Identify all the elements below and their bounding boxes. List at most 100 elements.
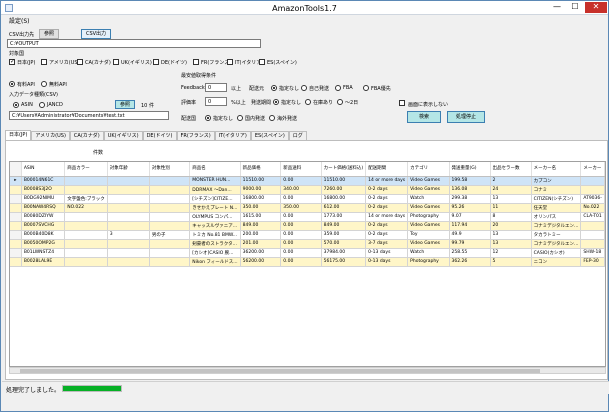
- table-row[interactable]: B0DG92NIMU 文字盤色:ブラック [シチズン]CITIZE... 16800.…: [10, 194, 605, 204]
- csv-path-field[interactable]: C:¥OUTPUT: [7, 39, 261, 48]
- country-checkbox[interactable]: [41, 59, 47, 65]
- row-header[interactable]: [10, 203, 22, 213]
- table-cell: [107, 257, 150, 267]
- table-row[interactable]: B0050OMP2G 剣豪者のストラクタ... 201.00 0.00 570.00 3-…: [10, 239, 605, 249]
- table-row[interactable]: B000B40D8K 3 男の子 トミカ No.81 BMW... 200.00 0.00…: [10, 230, 605, 240]
- tab-0[interactable]: 日本(JP): [5, 130, 32, 140]
- country-checkbox[interactable]: [77, 59, 83, 65]
- horizontal-scrollbar[interactable]: [9, 367, 606, 374]
- csv-output-button[interactable]: CSV出力: [81, 29, 111, 39]
- tab-2[interactable]: CA(カナダ): [69, 131, 104, 140]
- column-header[interactable]: 商品名: [189, 162, 241, 177]
- empty-cell: [581, 329, 605, 338]
- table-row[interactable]: B0028LAL9E Nikon フィールドス... 56200.00 0.00 561…: [10, 257, 605, 267]
- tab-7[interactable]: ES(スペイン): [250, 131, 289, 140]
- table-row[interactable]: ▸ B00014N61C MONSTER HUN... 11510.00 0.00 115…: [10, 176, 605, 186]
- tab-4[interactable]: DE(ドイツ): [142, 131, 177, 140]
- menu-settings[interactable]: 設定(S): [9, 16, 30, 25]
- empty-cell: [65, 275, 108, 284]
- column-header[interactable]: 新品送料: [280, 162, 322, 177]
- period-radio[interactable]: [305, 99, 311, 105]
- jancd-radio[interactable]: [39, 102, 45, 108]
- maximize-button[interactable]: ☐: [567, 2, 583, 13]
- free-api-radio[interactable]: [41, 81, 47, 87]
- table-cell: 20: [490, 221, 532, 231]
- column-header[interactable]: 配送期間: [365, 162, 409, 177]
- empty-cell: [149, 320, 189, 329]
- table-row[interactable]: B0007SVCHG キャッスルヴァニア... 849.00 0.00 849.00 0-…: [10, 221, 605, 231]
- table-cell: 3-7 days: [365, 239, 409, 249]
- table-row[interactable]: B0080DZIYW OLYMPUS コンパ... 1615.00 0.00 1773.…: [10, 212, 605, 222]
- column-header[interactable]: 対象年齢: [107, 162, 150, 177]
- country-checkbox[interactable]: [259, 59, 265, 65]
- country-checkbox[interactable]: ✓: [9, 59, 15, 65]
- empty-cell: [408, 338, 449, 347]
- close-button[interactable]: ✕: [585, 2, 607, 13]
- row-header[interactable]: [10, 212, 22, 222]
- column-header[interactable]: 発送重量(G): [449, 162, 491, 177]
- table-row[interactable]: B00NAW4RSQ NO.022 きせかえプレート N... 350.00 350.0…: [10, 203, 605, 213]
- origin-radio[interactable]: [363, 85, 369, 91]
- country-checkbox[interactable]: [153, 59, 159, 65]
- table-row[interactable]: B01LWNSTZ4 [カシオ]CASIO 腕... 36200.00 0.00 379…: [10, 248, 605, 258]
- row-header[interactable]: ▸: [10, 176, 22, 186]
- column-header[interactable]: ASIN: [21, 162, 66, 177]
- empty-cell: [65, 293, 108, 302]
- tab-1[interactable]: アメリカ(US): [31, 131, 70, 140]
- empty-cell: [281, 266, 321, 275]
- empty-cell: [190, 293, 240, 302]
- column-header[interactable]: メーカー名: [531, 162, 582, 177]
- empty-cell: [107, 266, 149, 275]
- column-header[interactable]: メーカー: [580, 162, 605, 177]
- row-header[interactable]: [10, 230, 22, 240]
- row-header[interactable]: [10, 185, 22, 195]
- tab-3[interactable]: UK(イギリス): [103, 131, 143, 140]
- table-cell: 117.94: [449, 221, 491, 231]
- column-header[interactable]: 対象性別: [149, 162, 191, 177]
- origin-radio[interactable]: [271, 85, 277, 91]
- column-header[interactable]: 出品セラー数: [490, 162, 532, 177]
- column-header[interactable]: カート価格(送料込): [321, 162, 367, 177]
- hide-screen-checkbox[interactable]: [399, 100, 405, 106]
- row-header[interactable]: [10, 194, 22, 204]
- rating-input[interactable]: 0: [205, 97, 227, 106]
- tab-5[interactable]: FR(フランス): [176, 131, 215, 140]
- row-header[interactable]: [10, 221, 22, 231]
- column-header[interactable]: カテゴリ: [407, 162, 450, 177]
- empty-row: [10, 293, 605, 302]
- table-cell: 570.00: [321, 239, 367, 249]
- country-checkbox[interactable]: [227, 59, 233, 65]
- search-button[interactable]: 検索: [407, 111, 441, 123]
- csv-browse-button[interactable]: 参照: [39, 29, 59, 39]
- table-cell: 0.00: [280, 194, 322, 204]
- tab-8[interactable]: ログ: [288, 131, 307, 140]
- paid-api-radio[interactable]: [9, 81, 15, 87]
- empty-cell: [490, 275, 531, 284]
- country-checkbox[interactable]: [193, 59, 199, 65]
- input-browse-button[interactable]: 参照: [115, 100, 135, 109]
- country-checkbox[interactable]: [113, 59, 119, 65]
- period-radio[interactable]: [273, 99, 279, 105]
- dest-radio[interactable]: [269, 115, 275, 121]
- table-row[interactable]: B0008S3J2O DDRMAX 〜Dan... 9000.00 340.00 726…: [10, 185, 605, 195]
- origin-radio[interactable]: [335, 85, 341, 91]
- column-header[interactable]: 新品価格: [240, 162, 282, 177]
- origin-radio[interactable]: [301, 85, 307, 91]
- scrollbar-thumb[interactable]: [20, 369, 540, 373]
- row-header[interactable]: [10, 248, 22, 258]
- results-grid[interactable]: ASIN 商品カラー 対象年齢 対象性別 商品名 新品価格 新品送料 カート価格(送料込) 配送…: [9, 161, 606, 367]
- stop-button[interactable]: 処理停止: [447, 111, 485, 123]
- asin-radio[interactable]: [13, 102, 19, 108]
- row-header[interactable]: [10, 239, 22, 249]
- empty-cell: [449, 338, 490, 347]
- input-path-field[interactable]: C:¥Users¥Administrator¥Documents¥test.tx…: [9, 111, 169, 120]
- dest-radio[interactable]: [237, 115, 243, 121]
- minimize-button[interactable]: —: [549, 2, 565, 13]
- row-header[interactable]: [10, 257, 22, 267]
- feedback-input[interactable]: 0: [205, 83, 227, 92]
- period-radio[interactable]: [337, 99, 343, 105]
- tab-6[interactable]: IT(イタリア): [214, 131, 251, 140]
- dest-radio[interactable]: [205, 115, 211, 121]
- dest-label: 指定なし: [213, 116, 234, 122]
- column-header[interactable]: 商品カラー: [64, 162, 108, 177]
